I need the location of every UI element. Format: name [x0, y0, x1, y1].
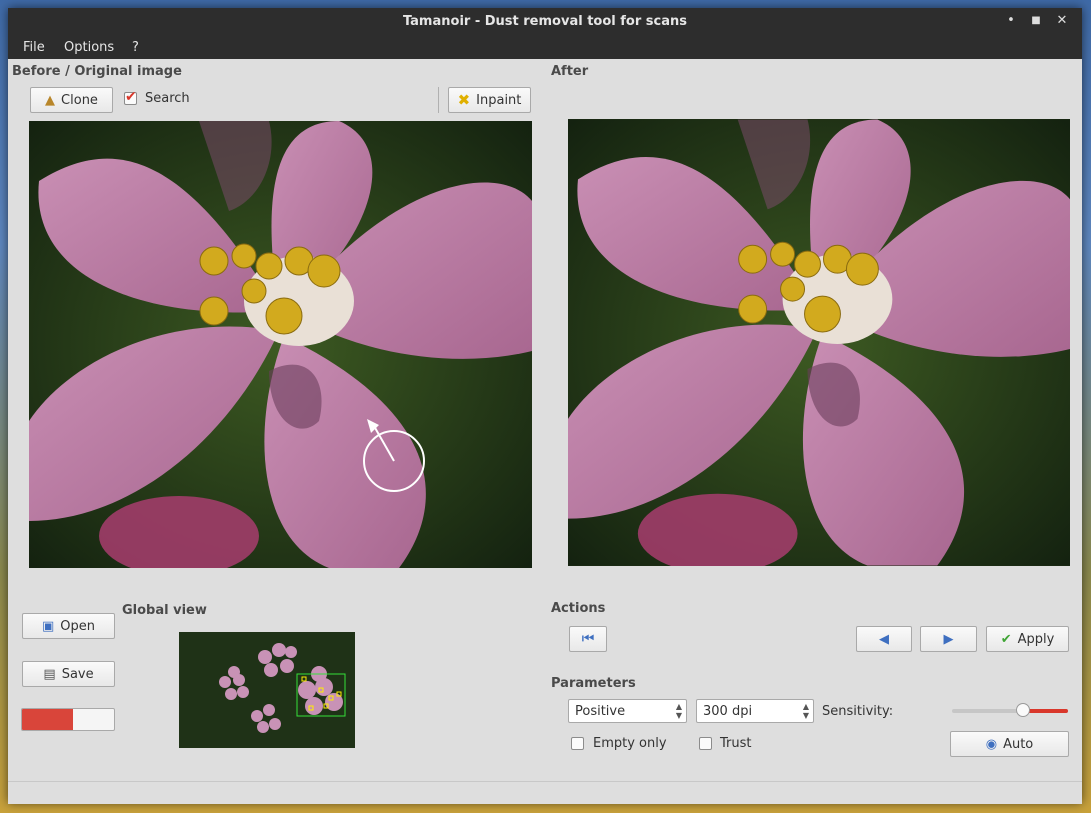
inpaint-icon: ✖ — [457, 90, 471, 109]
first-dust-button[interactable]: ⏮ — [569, 626, 607, 652]
close-icon[interactable]: ✕ — [1053, 12, 1071, 30]
toolbar-separator — [438, 87, 439, 113]
window-title: Tamanoir - Dust removal tool for scans — [402, 14, 688, 29]
sensitivity-label: Sensitivity: — [822, 704, 894, 719]
auto-label: Auto — [1003, 736, 1034, 752]
menu-options[interactable]: Options — [64, 40, 114, 55]
spin-arrows-icon: ▲ ▼ — [802, 702, 809, 720]
next-dust-button[interactable]: ▶ — [920, 626, 977, 652]
search-label: Search — [145, 91, 190, 106]
skip-first-icon: ⏮ — [581, 631, 595, 647]
before-flower-image — [29, 121, 532, 568]
before-title: Before / Original image — [12, 64, 182, 79]
before-image[interactable] — [29, 121, 532, 568]
film-type-select[interactable]: Positive ▲ ▼ — [568, 699, 687, 723]
film-type-value: Positive — [575, 704, 626, 719]
empty-only-label: Empty only — [593, 736, 667, 751]
title-bar: Tamanoir - Dust removal tool for scans •… — [8, 8, 1082, 35]
auto-button[interactable]: ◉ Auto — [950, 731, 1069, 757]
global-view-thumbnail — [179, 632, 355, 748]
stamp-icon: ▲ — [45, 92, 56, 108]
previous-dust-button[interactable]: ◀ — [856, 626, 912, 652]
resolution-value: 300 dpi — [703, 704, 753, 719]
save-button[interactable]: ▤ Save — [22, 661, 115, 687]
progress-fill — [22, 709, 73, 730]
search-checkbox[interactable] — [124, 89, 137, 105]
arrow-left-icon: ◀ — [879, 631, 889, 647]
menu-file[interactable]: File — [23, 40, 45, 55]
actions-title: Actions — [551, 601, 606, 616]
maximize-icon[interactable]: ■ — [1027, 12, 1045, 30]
save-label: Save — [61, 666, 94, 682]
resolution-select[interactable]: 300 dpi ▲ ▼ — [696, 699, 814, 723]
sensitivity-slider[interactable] — [952, 703, 1068, 717]
parameters-title: Parameters — [551, 676, 636, 691]
save-icon: ▤ — [43, 666, 56, 682]
arrow-right-icon: ▶ — [943, 631, 954, 647]
progress-bar — [21, 708, 115, 731]
status-bar — [8, 781, 1082, 804]
apply-button[interactable]: ✔ Apply — [986, 626, 1069, 652]
check-icon: ✔ — [1000, 631, 1012, 647]
apply-label: Apply — [1017, 631, 1055, 647]
trust-label: Trust — [720, 736, 752, 751]
clone-button[interactable]: ▲ Clone — [30, 87, 113, 113]
floppy-open-icon: ▣ — [41, 618, 55, 634]
sensitivity-slider-handle[interactable] — [1015, 703, 1030, 717]
trust-checkbox[interactable] — [699, 737, 712, 750]
menu-help[interactable]: ? — [132, 40, 139, 55]
global-view-image[interactable] — [179, 632, 355, 748]
empty-only-checkbox[interactable] — [571, 737, 584, 750]
after-title: After — [551, 64, 589, 79]
after-image — [568, 119, 1070, 566]
open-button[interactable]: ▣ Open — [22, 613, 115, 639]
spin-arrows-icon: ▲ ▼ — [675, 702, 682, 720]
inpaint-button[interactable]: ✖ Inpaint — [448, 87, 531, 113]
menu-bar: File Options ? — [8, 35, 1082, 59]
app-window: Tamanoir - Dust removal tool for scans •… — [8, 8, 1082, 804]
minimize-icon[interactable]: • — [1002, 12, 1020, 30]
clone-label: Clone — [61, 92, 98, 108]
eye-icon: ◉ — [985, 736, 998, 752]
after-flower-image — [568, 119, 1070, 566]
global-view-title: Global view — [122, 603, 207, 618]
open-label: Open — [60, 618, 96, 634]
inpaint-label: Inpaint — [476, 92, 522, 108]
